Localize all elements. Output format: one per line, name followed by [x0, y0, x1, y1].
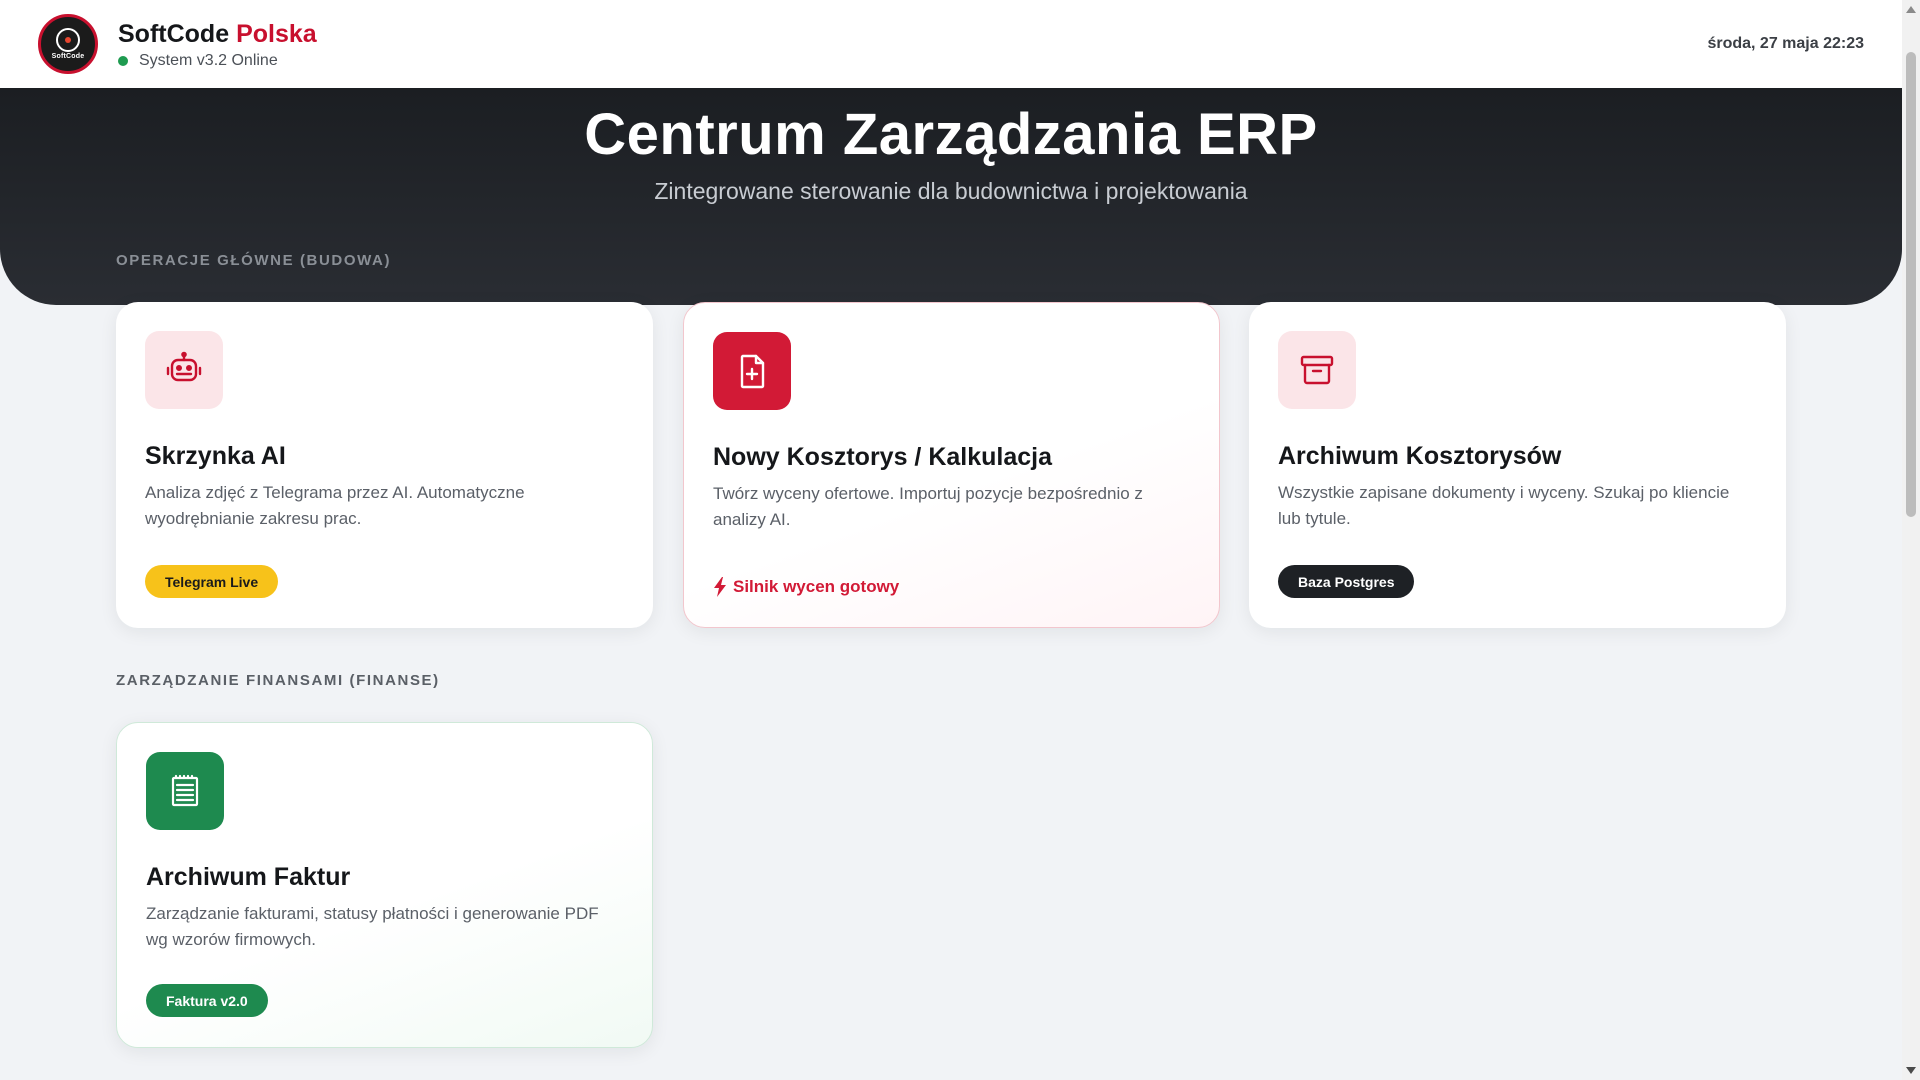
softcode-logo[interactable]: SoftCode [38, 14, 98, 74]
page-subtitle: Zintegrowane sterowanie dla budownictwa … [654, 178, 1248, 204]
card-title: Archiwum Kosztorysów [1278, 442, 1562, 470]
card-title: Skrzynka AI [145, 442, 286, 470]
online-status-dot-icon [118, 55, 128, 66]
page-scrollbar[interactable] [1902, 0, 1920, 1080]
card-title: Nowy Kosztorys / Kalkulacja [713, 443, 1053, 471]
card-description: Wszystkie zapisane dokumenty i wyceny. S… [1278, 483, 1730, 528]
card-ai-inbox[interactable]: Skrzynka AI Analiza zdjęć z Telegrama pr… [116, 302, 653, 628]
scroll-thumb[interactable] [1906, 52, 1916, 517]
card-title: Archiwum Faktur [146, 863, 351, 891]
engine-status-text: Silnik wycen gotowy [733, 577, 900, 596]
invoice-icon [146, 752, 224, 830]
archive-box-icon [1278, 331, 1356, 409]
engine-status: Silnik wycen gotowy [713, 577, 899, 597]
brand-primary: SoftCode [118, 19, 230, 48]
page-title: Centrum Zarządzania ERP [584, 102, 1318, 167]
postgres-badge: Baza Postgres [1278, 565, 1415, 598]
scroll-up-arrow-icon[interactable] [1906, 6, 1916, 13]
lightning-icon [714, 577, 726, 597]
card-estimate-archive[interactable]: Archiwum Kosztorysów Wszystkie zapisane … [1249, 302, 1786, 628]
system-status-text: System v3.2 Online [139, 51, 278, 69]
hero-banner: Centrum Zarządzania ERP Zintegrowane ste… [0, 88, 1902, 305]
brand-accent: Polska [236, 19, 317, 48]
logo-text: SoftCode [51, 53, 85, 60]
logo-mark-icon [56, 28, 80, 52]
invoice-version-badge: Faktura v2.0 [146, 984, 268, 1017]
system-status: System v3.2 Online [118, 52, 317, 70]
section-label-operations: OPERACJE GŁÓWNE (BUDOWA) [116, 252, 392, 269]
scroll-down-arrow-icon[interactable] [1906, 1067, 1916, 1074]
card-description: Zarządzanie fakturami, statusy płatności… [146, 904, 599, 949]
robot-icon [145, 331, 223, 409]
telegram-live-badge: Telegram Live [145, 565, 279, 598]
brand-name: SoftCode Polska [118, 19, 317, 49]
section-label-finance: ZARZĄDZANIE FINANSAMI (FINANSE) [116, 672, 440, 689]
brand: SoftCode Polska System v3.2 Online [118, 19, 317, 70]
card-new-estimate[interactable]: Nowy Kosztorys / Kalkulacja Twórz wyceny… [683, 302, 1220, 628]
card-description: Twórz wyceny ofertowe. Importuj pozycje … [713, 484, 1143, 529]
card-invoice-archive[interactable]: Archiwum Faktur Zarządzanie fakturami, s… [116, 722, 653, 1048]
file-plus-icon [713, 332, 791, 410]
card-description: Analiza zdjęć z Telegrama przez AI. Auto… [145, 483, 525, 528]
top-bar: SoftCode SoftCode Polska System v3.2 Onl… [0, 0, 1902, 88]
current-datetime: środa, 27 maja 22:23 [1707, 35, 1864, 52]
